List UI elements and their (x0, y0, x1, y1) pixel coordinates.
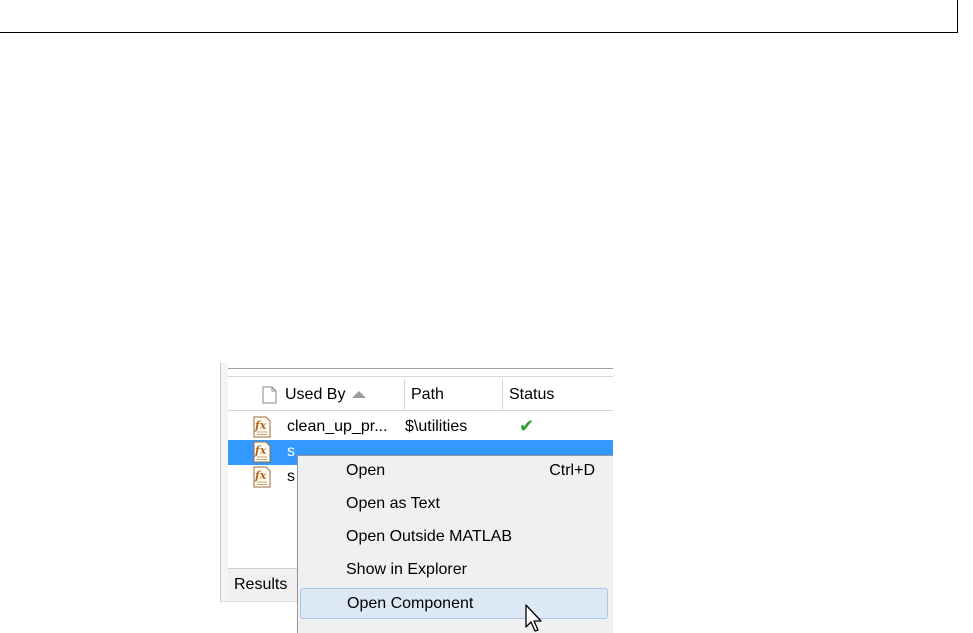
path-cell: $\utilities (405, 418, 468, 435)
menu-item-label: Show in Explorer (346, 561, 467, 578)
check-icon: ✔ (519, 416, 535, 436)
svg-text:fx: fx (254, 419, 267, 432)
page-corner-tick (957, 0, 958, 33)
menu-item-label: Open Outside MATLAB (346, 528, 512, 545)
table-header: Used By Path Status (228, 379, 613, 411)
menu-item-label: Open (346, 462, 386, 479)
results-tab[interactable]: Results (234, 576, 287, 594)
menu-item-open-as-text[interactable]: Open as Text (300, 489, 608, 520)
left-pane-edge (220, 363, 228, 601)
menu-item-show-in-explorer[interactable]: Show in Explorer (300, 555, 608, 586)
column-header-label: Used By (285, 385, 346, 403)
menu-item-label: Open Component (347, 595, 474, 612)
menu-item-open-component[interactable]: Open Component (300, 588, 608, 619)
sort-ascending-icon (352, 391, 367, 398)
svg-text:fx: fx (254, 444, 267, 457)
menu-item-label: Open as Text (346, 495, 440, 512)
pane-divider (220, 363, 221, 601)
used-by-cell: clean_up_pr... (287, 418, 388, 435)
svg-text:fx: fx (254, 469, 267, 482)
screenshot-panel: Used By Path Status fx clean_up_pr... $\… (220, 363, 613, 633)
column-header-status[interactable]: Status (503, 379, 613, 410)
column-header-used-by[interactable]: Used By (228, 379, 405, 410)
toolbar-rule-2 (228, 376, 613, 377)
menu-item-open[interactable]: Open Ctrl+D (300, 456, 608, 487)
toolbar-rule (228, 368, 613, 369)
table-row[interactable]: fx clean_up_pr... $\utilities ✔ (228, 415, 613, 440)
context-menu: Open Ctrl+D Open as Text Open Outside MA… (297, 455, 613, 633)
mouse-pointer-icon (525, 604, 542, 632)
document-icon (262, 386, 277, 403)
page-top-rule (0, 32, 958, 33)
menu-item-shortcut: Ctrl+D (549, 462, 595, 479)
function-file-icon: fx (253, 416, 271, 438)
menu-item-open-outside-matlab[interactable]: Open Outside MATLAB (300, 522, 608, 553)
column-header-path[interactable]: Path (405, 379, 503, 410)
column-header-label: Path (411, 385, 444, 403)
column-header-label: Status (509, 385, 555, 403)
used-by-cell: s (287, 468, 295, 485)
function-file-icon: fx (253, 466, 271, 488)
used-by-cell: s (287, 443, 295, 460)
function-file-icon: fx (253, 441, 271, 463)
